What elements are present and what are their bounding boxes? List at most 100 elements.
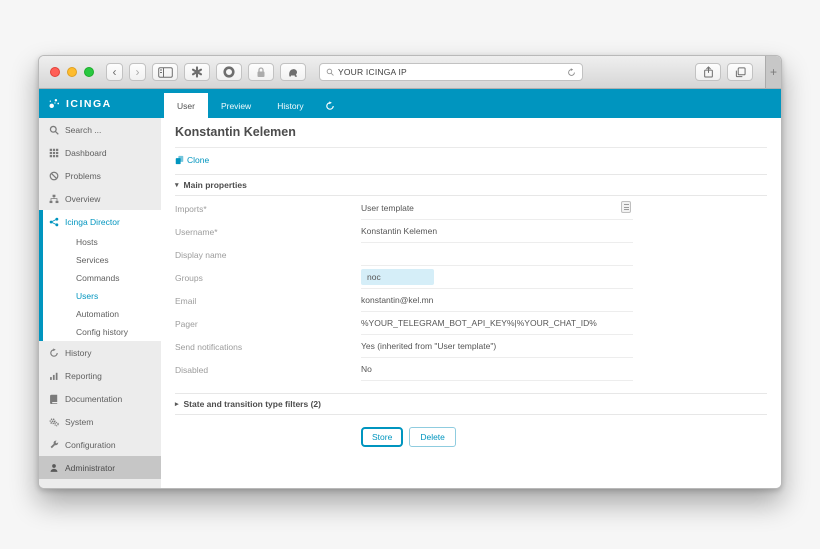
send-notifications-select[interactable]: Yes (inherited from "User template") — [361, 335, 633, 358]
sidebar-item-services[interactable]: Services — [43, 251, 161, 269]
sidebar-item-documentation[interactable]: Documentation — [39, 387, 161, 410]
field-value: %YOUR_TELEGRAM_BOT_API_KEY%|%YOUR_CHAT_I… — [361, 318, 597, 328]
display-name-input[interactable] — [361, 243, 633, 266]
main-properties-toggle[interactable]: ▾ Main properties — [175, 174, 767, 196]
tab-overview-icon — [735, 66, 746, 77]
zoom-window-button[interactable] — [84, 67, 94, 77]
forward-button[interactable]: › — [129, 63, 146, 81]
field-label: Pager — [175, 318, 198, 329]
tab-bar: User Preview History — [161, 89, 781, 118]
properties-form: Imports* User template Username* Konstan… — [175, 196, 767, 381]
filters-toggle[interactable]: ▸ State and transition type filters (2) — [175, 393, 767, 415]
disabled-select[interactable]: No — [361, 358, 633, 381]
user-form: Konstantin Kelemen Clone ▾ Main properti… — [161, 118, 781, 488]
sidebar-item-label: Hosts — [76, 237, 98, 247]
minimize-window-button[interactable] — [67, 67, 77, 77]
sidebar-item-label: Users — [76, 291, 99, 301]
extension-ring-button[interactable] — [216, 63, 242, 81]
back-icon: ‹ — [112, 65, 117, 79]
sidebar-item-label: Search ... — [65, 124, 102, 135]
sitemap-icon — [49, 194, 59, 203]
sidebar-item-problems[interactable]: Problems — [39, 164, 161, 187]
tab-overview-button[interactable] — [727, 63, 753, 81]
section-title: State and transition type filters (2) — [183, 399, 321, 409]
tab-preview[interactable]: Preview — [208, 93, 264, 118]
traffic-lights — [50, 67, 94, 77]
tab-user[interactable]: User — [164, 93, 208, 118]
field-row-groups: Groups noc — [175, 266, 767, 289]
section-title: Main properties — [183, 180, 247, 190]
director-nodes-icon — [49, 217, 59, 226]
extension-pinwheel-button[interactable] — [184, 63, 210, 81]
sidebar-toggle-button[interactable] — [152, 63, 178, 81]
groups-input[interactable]: noc — [361, 266, 633, 289]
sidebar-item-administrator[interactable]: Administrator — [39, 456, 161, 479]
page-title: Konstantin Kelemen — [175, 125, 767, 148]
field-label: Username* — [175, 226, 218, 237]
imports-input[interactable]: User template — [361, 197, 633, 220]
clone-link[interactable]: Clone — [175, 155, 209, 165]
field-row-display-name: Display name — [175, 243, 767, 266]
sidebar-item-label: Problems — [65, 170, 101, 181]
reload-button[interactable] — [567, 67, 576, 77]
browser-titlebar: ‹ › YOUR ICINGA IP + — [39, 56, 781, 89]
sidebar-item-config-history[interactable]: Config history — [43, 323, 161, 341]
sidebar: ICINGA Search ... Dashboard Problems Ove… — [39, 89, 161, 488]
sort-list-icon[interactable] — [621, 201, 631, 213]
tab-history[interactable]: History — [264, 93, 316, 118]
pager-input[interactable]: %YOUR_TELEGRAM_BOT_API_KEY%|%YOUR_CHAT_I… — [361, 312, 633, 335]
field-value: konstantin@kel.mn — [361, 295, 434, 305]
delete-button[interactable]: Delete — [409, 427, 456, 447]
field-label: Email — [175, 295, 197, 306]
caret-down-icon: ▾ — [175, 182, 179, 189]
pinwheel-icon — [191, 66, 203, 78]
icinga-logo-icon — [49, 99, 60, 109]
address-bar[interactable]: YOUR ICINGA IP — [319, 63, 583, 81]
icinga-logo: ICINGA — [39, 89, 161, 118]
store-button[interactable]: Store — [361, 427, 404, 447]
close-window-button[interactable] — [50, 67, 60, 77]
ban-icon — [49, 171, 59, 180]
sidebar-item-icinga-director[interactable]: Icinga Director — [43, 210, 161, 233]
field-value: Konstantin Kelemen — [361, 226, 438, 236]
sidebar-item-automation[interactable]: Automation — [43, 305, 161, 323]
sidebar-item-dashboard[interactable]: Dashboard — [39, 141, 161, 164]
field-label: Groups — [175, 272, 203, 283]
sidebar-item-users[interactable]: Users — [43, 287, 161, 305]
sidebar-item-reporting[interactable]: Reporting — [39, 364, 161, 387]
sidebar-item-label: Administrator — [65, 462, 116, 473]
extension-animal-button[interactable] — [280, 63, 306, 81]
sidebar-item-commands[interactable]: Commands — [43, 269, 161, 287]
sidebar-item-label: Automation — [76, 309, 119, 319]
sidebar-item-system[interactable]: System — [39, 410, 161, 433]
back-button[interactable]: ‹ — [106, 63, 123, 81]
ring-icon — [223, 66, 235, 78]
sidebar-item-configuration[interactable]: Configuration — [39, 433, 161, 456]
lock-icon — [257, 66, 265, 77]
browser-window: ‹ › YOUR ICINGA IP + ICINGA Search ... D… — [38, 55, 782, 489]
field-row-pager: Pager %YOUR_TELEGRAM_BOT_API_KEY%|%YOUR_… — [175, 312, 767, 335]
forward-icon: › — [135, 65, 140, 79]
field-label: Send notifications — [175, 341, 243, 352]
field-row-send-notifications: Send notifications Yes (inherited from "… — [175, 335, 767, 358]
username-input[interactable]: Konstantin Kelemen — [361, 220, 633, 243]
sidebar-item-overview[interactable]: Overview — [39, 187, 161, 210]
group-chip[interactable]: noc — [361, 269, 434, 285]
sidebar-item-hosts[interactable]: Hosts — [43, 233, 161, 251]
sidebar-item-label: Config history — [76, 327, 128, 337]
book-icon — [50, 394, 58, 404]
director-section: Icinga Director Hosts Services Commands … — [39, 210, 161, 341]
share-button[interactable] — [695, 63, 721, 81]
new-tab-button[interactable]: + — [765, 56, 781, 88]
lock-extension-button[interactable] — [248, 63, 274, 81]
sidebar-item-search[interactable]: Search ... — [39, 118, 161, 141]
refresh-icon — [325, 100, 334, 110]
refresh-tab-button[interactable] — [317, 93, 343, 118]
dashboard-grid-icon — [49, 148, 59, 157]
email-input[interactable]: konstantin@kel.mn — [361, 289, 633, 312]
sidebar-item-label: Icinga Director — [65, 216, 120, 227]
field-row-disabled: Disabled No — [175, 358, 767, 381]
caret-right-icon: ▸ — [175, 401, 179, 408]
search-icon — [49, 125, 59, 135]
sidebar-item-history[interactable]: History — [39, 341, 161, 364]
